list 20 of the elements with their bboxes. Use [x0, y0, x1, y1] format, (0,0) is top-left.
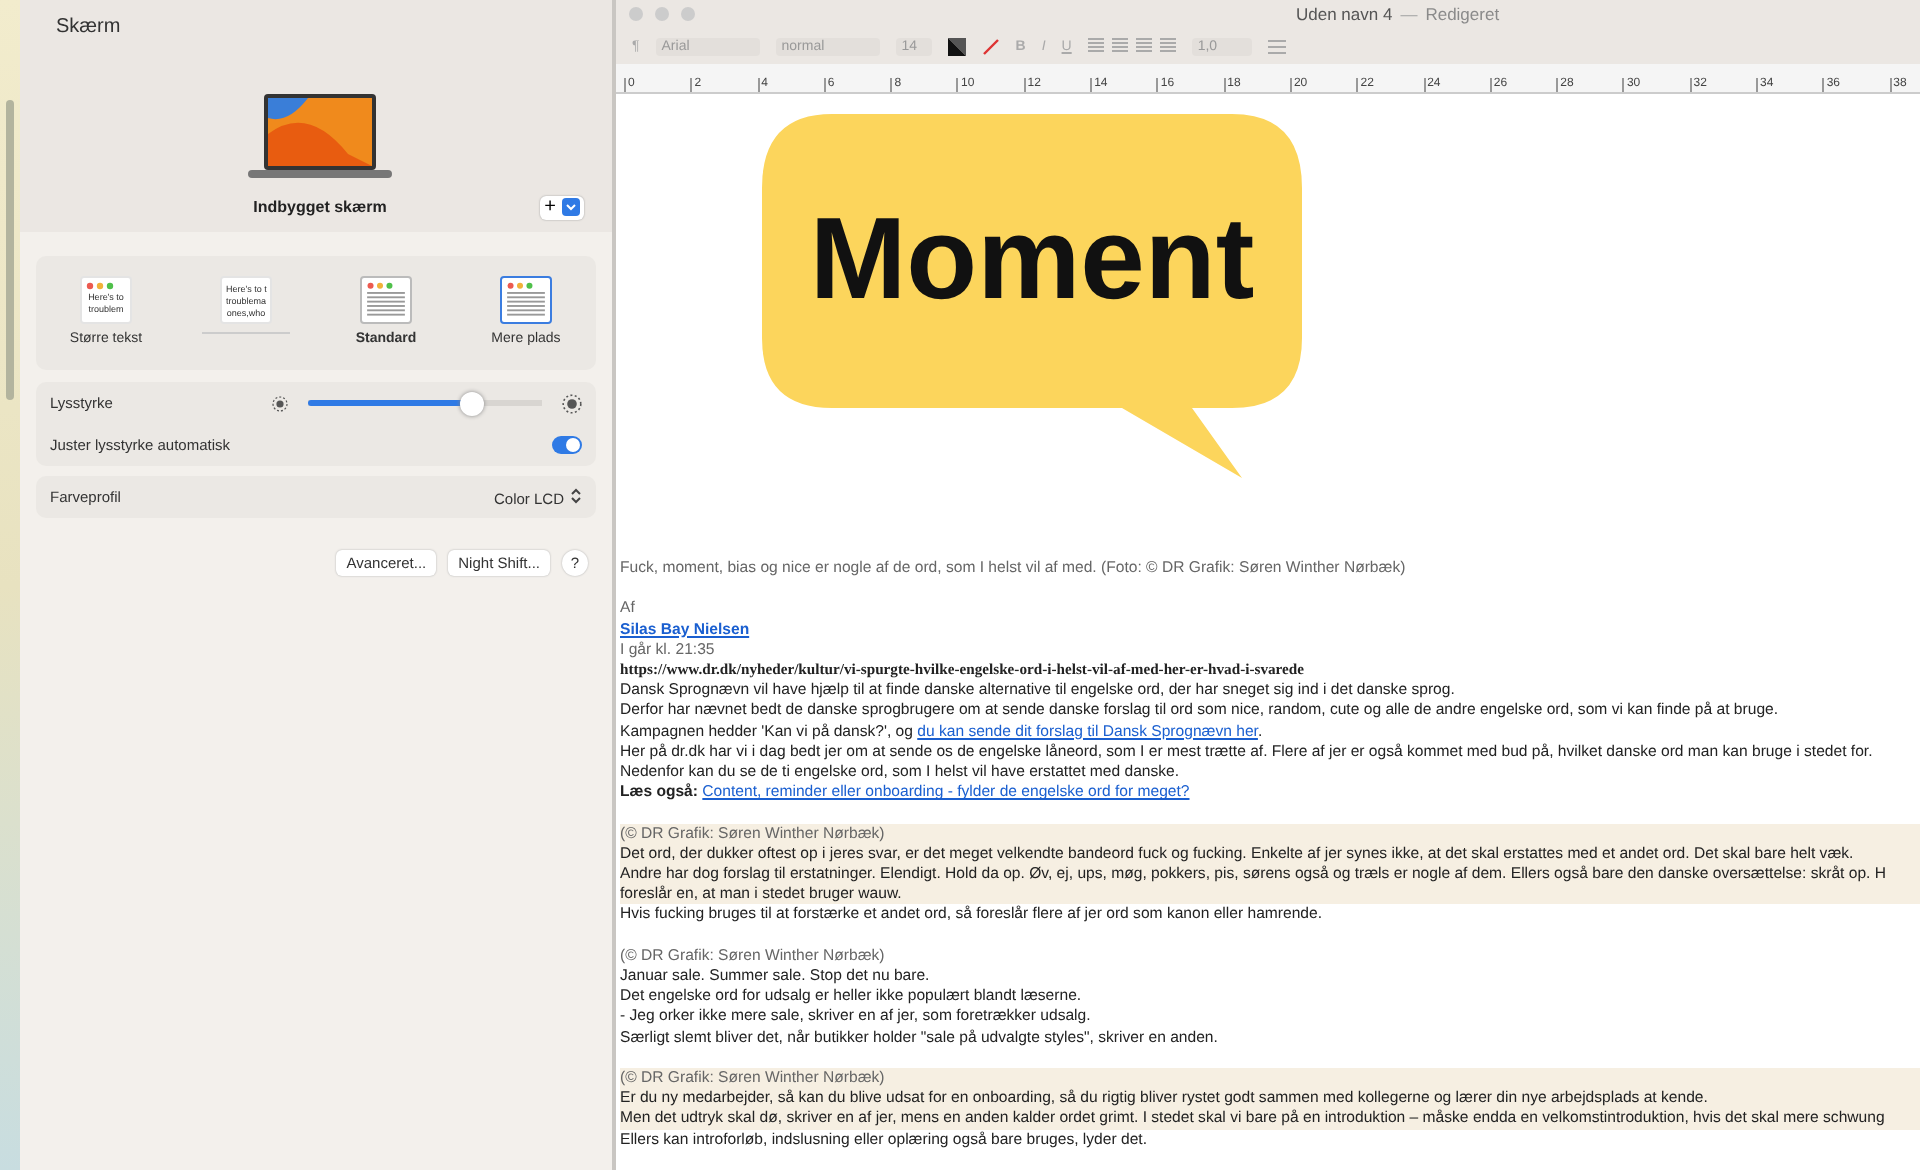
- slider-thumb[interactable]: [459, 391, 484, 415]
- add-display-control[interactable]: +: [540, 195, 584, 219]
- panel-title: Skærm: [56, 16, 123, 38]
- window-dots-icon: [506, 282, 534, 290]
- text-lines-icon: [506, 291, 546, 318]
- add-button[interactable]: +: [544, 197, 556, 217]
- chevron-down-icon: [562, 198, 580, 216]
- window-dots-icon: [366, 282, 394, 290]
- text-lines-icon: [366, 291, 406, 318]
- sun-small-icon: [272, 395, 288, 411]
- highlight-color-icon[interactable]: [981, 37, 1000, 55]
- display-name: Indbygget skærm: [253, 198, 387, 216]
- auto-brightness-toggle[interactable]: [552, 436, 582, 454]
- text-color-icon[interactable]: [947, 37, 966, 55]
- edit-status: Redigeret: [1425, 4, 1500, 24]
- title-separator: —: [1400, 4, 1418, 24]
- sun-large-icon: [562, 393, 582, 413]
- window-dots-icon: [86, 282, 114, 290]
- window-title: Uden navn 4: [1296, 4, 1393, 24]
- up-down-chevron-icon: [570, 487, 582, 503]
